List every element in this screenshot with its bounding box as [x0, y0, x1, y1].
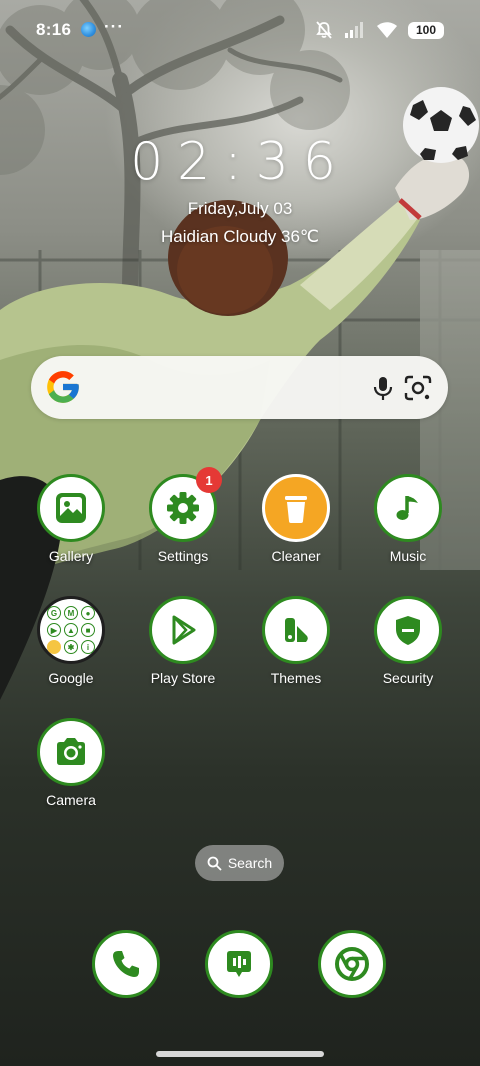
app-label: Themes	[270, 670, 322, 686]
messages-icon	[227, 951, 251, 977]
search-button[interactable]: Search	[195, 845, 284, 881]
dock-chrome[interactable]	[318, 930, 386, 998]
chrome-icon	[335, 947, 369, 981]
photos-mini-icon: ✱	[64, 640, 78, 654]
app-label: Security	[382, 670, 434, 686]
phone-icon	[113, 951, 139, 977]
app-label: Google	[48, 670, 94, 686]
folder-icon: G M ● ▶ ▲ ■ ✱ i	[37, 596, 105, 664]
youtube-mini-icon: ▶	[47, 623, 61, 637]
app-cleaner[interactable]: Cleaner	[240, 474, 352, 564]
meet-mini-icon: ■	[81, 623, 95, 637]
status-icons: 100	[314, 18, 444, 42]
notification-badge: 1	[196, 467, 222, 493]
google-g-icon	[47, 371, 79, 403]
app-label: Cleaner	[271, 548, 321, 564]
folder-google[interactable]: G M ● ▶ ▲ ■ ✱ i Google	[15, 596, 127, 686]
gallery-icon	[37, 474, 105, 542]
more-notifications-icon: ···	[104, 17, 124, 36]
app-themes[interactable]: Themes	[240, 596, 352, 686]
clock-time[interactable]: 02:36	[0, 132, 480, 192]
trash-icon	[262, 474, 330, 542]
wifi-icon	[377, 22, 397, 38]
music-note-icon	[374, 474, 442, 542]
globe-icon	[81, 22, 96, 37]
dock-messages[interactable]	[205, 930, 273, 998]
app-camera[interactable]: Camera	[15, 718, 127, 808]
gesture-home-bar[interactable]	[156, 1051, 324, 1057]
search-icon	[207, 856, 222, 871]
gmail-mini-icon: M	[64, 606, 78, 620]
battery-icon: 100	[408, 21, 444, 39]
play-store-icon	[149, 596, 217, 664]
search-label: Search	[227, 855, 273, 871]
weather-info[interactable]: Haidian Cloudy 36℃	[0, 227, 480, 247]
files-mini-icon: i	[81, 640, 95, 654]
app-settings[interactable]: 1 Settings	[127, 467, 239, 564]
status-bar: 8:16 ··· 100	[0, 0, 480, 60]
mute-icon	[316, 21, 332, 39]
drive-mini-icon: ▲	[64, 623, 78, 637]
app-label: Camera	[46, 792, 96, 808]
dock-phone[interactable]	[92, 930, 160, 998]
app-gallery[interactable]: Gallery	[15, 474, 127, 564]
google-lens-icon[interactable]	[403, 374, 433, 402]
signal-icon	[345, 22, 363, 38]
app-label: Settings	[157, 548, 209, 564]
google-search-bar[interactable]	[31, 356, 448, 419]
microphone-icon[interactable]	[369, 374, 397, 402]
status-time: 8:16	[36, 20, 72, 39]
app-play-store[interactable]: Play Store	[127, 596, 239, 686]
app-label: Music	[389, 548, 427, 564]
yt-music-mini-icon	[47, 640, 61, 654]
app-security[interactable]: Security	[352, 596, 464, 686]
camera-icon	[37, 718, 105, 786]
gear-icon: 1	[149, 467, 222, 542]
clock-date[interactable]: Friday,July 03	[0, 199, 480, 219]
app-label: Gallery	[48, 548, 94, 564]
google-mini-icon: G	[47, 606, 61, 620]
maps-mini-icon: ●	[81, 606, 95, 620]
themes-icon	[262, 596, 330, 664]
shield-icon	[374, 596, 442, 664]
app-label: Play Store	[150, 670, 216, 686]
app-music[interactable]: Music	[352, 474, 464, 564]
